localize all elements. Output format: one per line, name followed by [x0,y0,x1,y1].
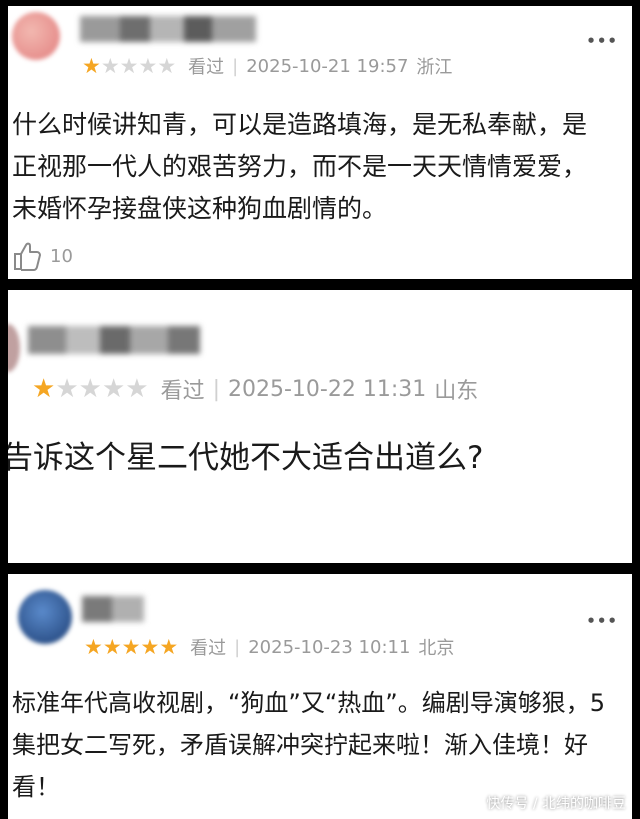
avatar[interactable] [12,12,60,60]
review-location: 山东 [434,379,479,404]
star-icon: ★ [84,634,103,659]
star-icon: ★ [55,374,79,404]
avatar[interactable] [8,324,20,372]
status-label: 看过 [190,638,227,659]
star-icon: ★ [102,634,122,659]
like-button[interactable]: 10 [12,240,73,272]
more-dots-icon[interactable]: ••• [586,32,618,50]
username-blurred[interactable] [28,326,200,354]
star-icon: ★ [140,634,160,659]
review-text: 什么时候讲知青，可以是造路填海，是无私奉献，是正视那一代人的艰苦努力，而不是一天… [12,110,588,223]
star-icon: ★ [138,53,158,78]
more-dots-icon[interactable]: ••• [586,612,618,630]
review-card: ••• ★ ★ ★ ★ ★ 看过 | 2025-10-23 10:11 北京 标准年代高… [8,574,632,819]
review-text: 标准年代高收视剧，“狗血”又“热血”。编剧导演够狠，5集把女二写死，矛盾误解冲突… [12,689,606,801]
review-location: 北京 [418,638,455,659]
review-card: ••• ★ ★ ★ ★ ★ 看过 | 2025-10-21 19:57 浙江 什么时候讲… [8,6,632,279]
review-location: 浙江 [416,57,453,78]
like-count: 10 [50,245,73,267]
review-date: 2025-10-22 11:31 [228,376,427,402]
star-icon: ★ [78,374,102,404]
review-text: 告诉这个星二代她不大适合出道么? [8,440,484,476]
review-date: 2025-10-23 10:11 [248,636,411,658]
star-icon: ★ [125,374,149,404]
star-icon: ★ [32,374,56,404]
star-rating: ★ ★ ★ ★ ★ [84,634,179,659]
star-icon: ★ [82,53,101,78]
status-label: 看过 [160,379,205,404]
star-rating: ★ ★ ★ ★ ★ [82,53,177,78]
star-rating: ★ ★ ★ ★ ★ [32,376,149,402]
username-blurred[interactable] [80,16,256,42]
star-icon: ★ [159,634,179,659]
status-label: 看过 [188,57,225,78]
review-meta: ★ ★ ★ ★ ★ 看过 | 2025-10-21 19:57 浙江 [82,53,453,78]
star-icon: ★ [101,374,126,404]
star-icon: ★ [119,53,139,78]
review-meta: ★ ★ ★ ★ ★ 看过 | 2025-10-22 11:31 山东 [32,374,479,404]
star-icon: ★ [100,53,120,78]
review-meta: ★ ★ ★ ★ ★ 看过 | 2025-10-23 10:11 北京 [84,634,455,659]
watermark: 快传号 / 北纬的咖啡豆 [486,796,626,812]
review-card: ★ ★ ★ ★ ★ 看过 | 2025-10-22 11:31 山东 告诉这个星二代她不… [8,290,632,563]
avatar[interactable] [18,590,72,644]
star-icon: ★ [121,634,141,659]
star-icon: ★ [157,53,177,78]
username-blurred[interactable] [82,596,144,622]
review-date: 2025-10-21 19:57 [246,55,409,77]
thumbs-up-icon [14,242,41,271]
